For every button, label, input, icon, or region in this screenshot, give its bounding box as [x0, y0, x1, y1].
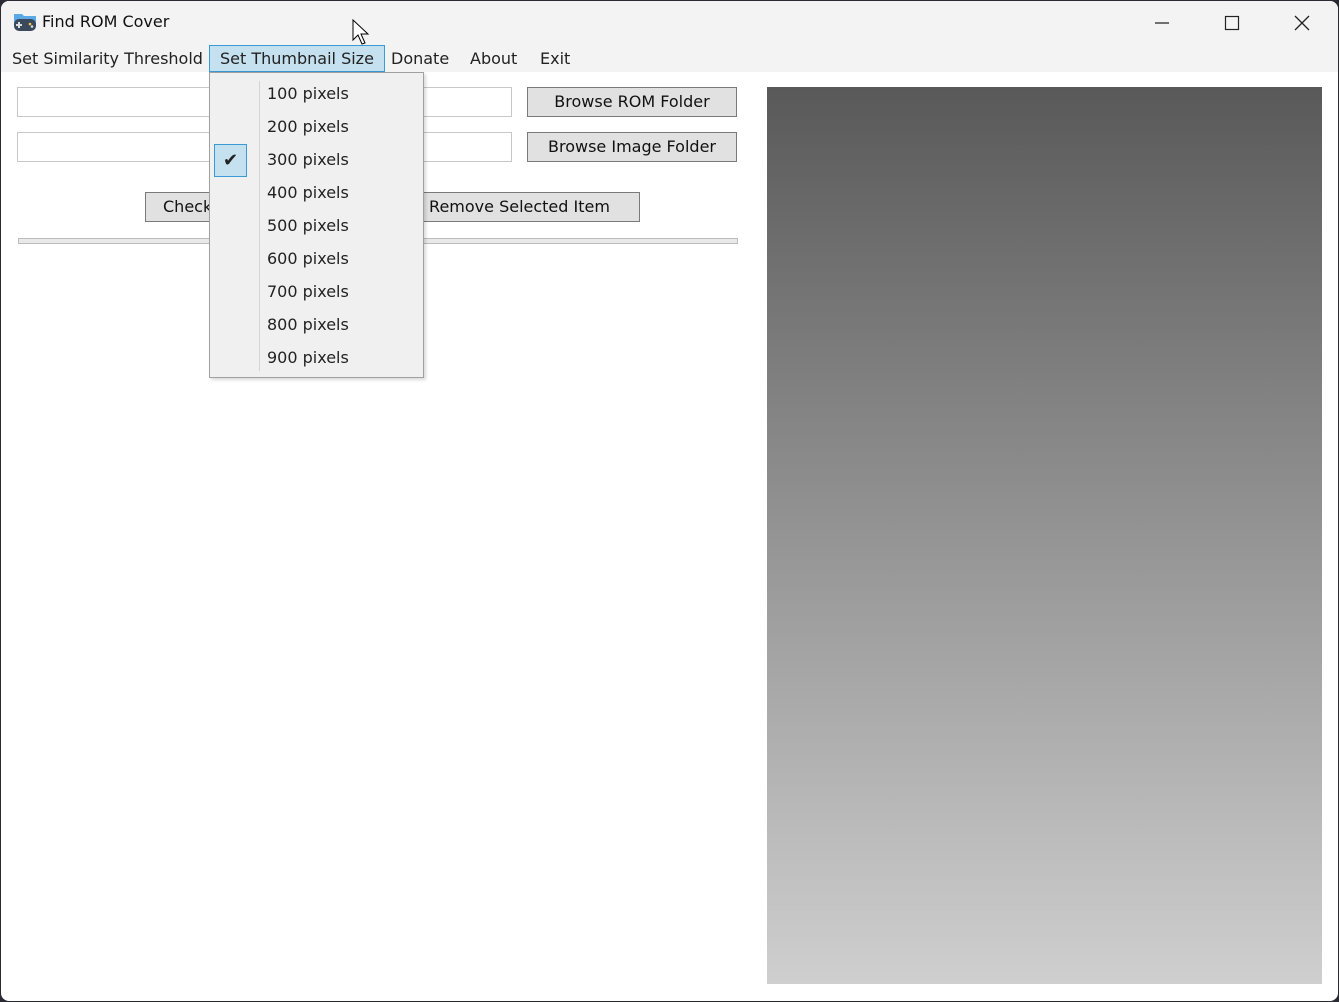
remove-selected-item-button[interactable]: Remove Selected Item: [399, 192, 640, 222]
option-300-pixels[interactable]: ✔ 300 pixels: [210, 144, 423, 177]
gamepad-folder-icon: [14, 14, 36, 31]
mouse-cursor-icon: [352, 19, 370, 45]
thumbnail-preview: [767, 87, 1322, 984]
title-bar: Find ROM Cover: [1, 1, 1338, 45]
thumbnail-size-dropdown: 100 pixels 200 pixels ✔ 300 pixels 400 pi…: [209, 72, 424, 378]
close-button[interactable]: [1267, 1, 1337, 45]
menu-donate[interactable]: Donate: [381, 45, 459, 72]
menu-bar: Set Similarity Threshold Set Thumbnail S…: [1, 45, 1338, 72]
option-200-pixels[interactable]: 200 pixels: [210, 111, 423, 144]
minimize-icon: [1155, 22, 1169, 24]
option-800-pixels[interactable]: 800 pixels: [210, 309, 423, 342]
checkmark-icon: ✔: [214, 144, 247, 177]
menu-about[interactable]: About: [460, 45, 527, 72]
browse-rom-folder-button[interactable]: Browse ROM Folder: [527, 87, 737, 117]
minimize-button[interactable]: [1127, 1, 1197, 45]
app-window: Find ROM Cover Set Similarity Threshold …: [1, 1, 1338, 1001]
menu-set-thumbnail-size[interactable]: Set Thumbnail Size: [209, 45, 385, 72]
menu-set-similarity-threshold[interactable]: Set Similarity Threshold: [2, 45, 213, 72]
maximize-icon: [1224, 15, 1240, 31]
browse-image-folder-button[interactable]: Browse Image Folder: [527, 132, 737, 162]
maximize-button[interactable]: [1197, 1, 1267, 45]
option-500-pixels[interactable]: 500 pixels: [210, 210, 423, 243]
window-title: Find ROM Cover: [42, 12, 170, 31]
menu-exit[interactable]: Exit: [530, 45, 580, 72]
option-400-pixels[interactable]: 400 pixels: [210, 177, 423, 210]
option-100-pixels[interactable]: 100 pixels: [210, 78, 423, 111]
option-900-pixels[interactable]: 900 pixels: [210, 342, 423, 375]
close-icon: [1294, 15, 1310, 31]
option-600-pixels[interactable]: 600 pixels: [210, 243, 423, 276]
option-700-pixels[interactable]: 700 pixels: [210, 276, 423, 309]
